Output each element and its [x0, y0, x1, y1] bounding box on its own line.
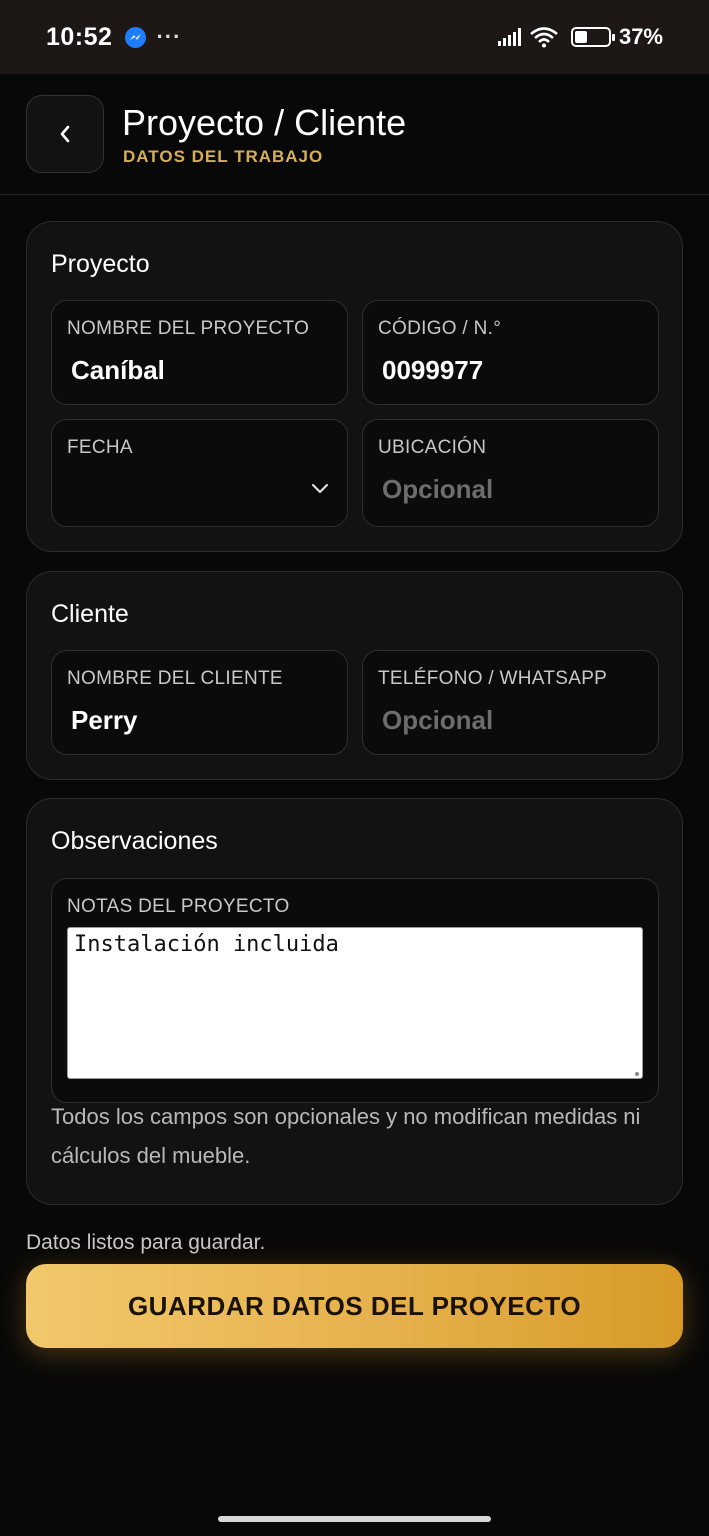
proyecto-card: Proyecto NOMBRE DEL PROYECTO Caníbal CÓD… [26, 221, 683, 552]
status-time: 10:52 [46, 22, 113, 51]
date-field[interactable]: FECHA [51, 419, 348, 527]
location-label: UBICACIÓN [378, 437, 487, 458]
save-status-text: Datos listos para guardar. [26, 1231, 266, 1254]
project-code-value: 0099977 [382, 355, 484, 385]
status-bar: 10:52 ··· 37% [0, 0, 709, 74]
page-title: Proyecto / Cliente [122, 102, 407, 143]
cliente-card: Cliente NOMBRE DEL CLIENTE Perry TELÉFON… [26, 571, 683, 780]
client-name-value: Perry [71, 705, 138, 735]
helper-text: Todos los campos son opcionales y no mod… [51, 1104, 641, 1168]
save-project-button[interactable]: GUARDAR DATOS DEL PROYECTO [26, 1264, 683, 1348]
back-button[interactable] [26, 95, 104, 173]
battery-percent: 37% [618, 24, 663, 49]
project-name-field[interactable]: NOMBRE DEL PROYECTO Caníbal [51, 300, 348, 405]
notes-text: Instalación incluida [74, 932, 339, 957]
project-code-label: CÓDIGO / N.° [378, 318, 502, 339]
resize-handle-icon[interactable] [635, 1072, 639, 1076]
phone-field[interactable]: TELÉFONO / WHATSAPP Opcional [362, 650, 659, 755]
cliente-section-title: Cliente [51, 600, 129, 628]
phone-label: TELÉFONO / WHATSAPP [378, 668, 608, 689]
app-header: Proyecto / Cliente DATOS DEL TRABAJO [0, 74, 709, 195]
client-name-field[interactable]: NOMBRE DEL CLIENTE Perry [51, 650, 348, 755]
page-subtitle: DATOS DEL TRABAJO [123, 147, 324, 166]
more-dots-icon: ··· [156, 24, 182, 49]
home-indicator[interactable] [218, 1516, 491, 1522]
location-field[interactable]: UBICACIÓN Opcional [362, 419, 659, 527]
chevron-down-icon [312, 484, 328, 493]
location-placeholder: Opcional [382, 474, 494, 504]
notes-field: NOTAS DEL PROYECTO Instalación incluida [51, 878, 659, 1103]
messenger-icon [125, 26, 147, 48]
proyecto-section-title: Proyecto [51, 250, 150, 278]
chevron-left-icon [60, 125, 70, 143]
client-name-label: NOMBRE DEL CLIENTE [67, 668, 283, 689]
notes-textarea[interactable]: Instalación incluida [67, 927, 643, 1079]
wifi-icon [530, 27, 558, 48]
battery-icon [570, 27, 615, 47]
signal-icon [497, 28, 521, 46]
observaciones-card: Observaciones NOTAS DEL PROYECTO Instala… [26, 798, 683, 1205]
project-name-label: NOMBRE DEL PROYECTO [67, 318, 310, 339]
project-code-field[interactable]: CÓDIGO / N.° 0099977 [362, 300, 659, 405]
date-label: FECHA [67, 437, 133, 458]
notes-label: NOTAS DEL PROYECTO [67, 896, 290, 917]
phone-placeholder: Opcional [382, 705, 494, 735]
observaciones-section-title: Observaciones [51, 827, 218, 855]
project-name-value: Caníbal [71, 355, 165, 385]
